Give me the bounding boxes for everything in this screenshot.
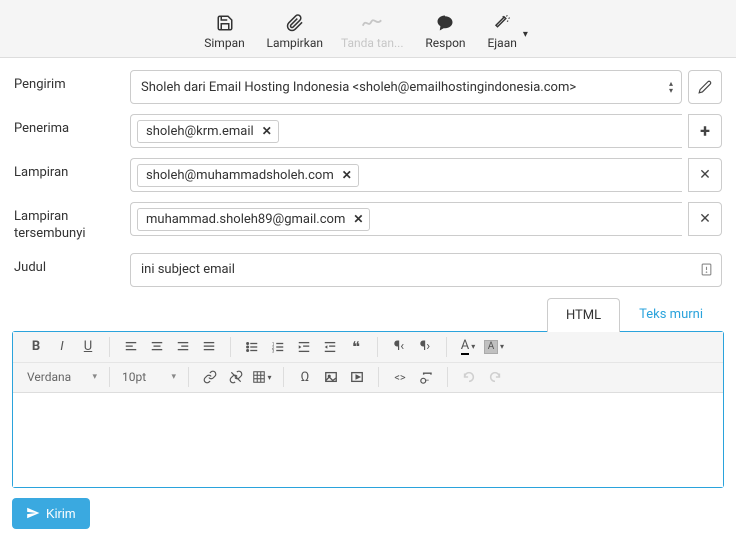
number-list-button[interactable]: 123 [265,335,291,359]
bcc-field[interactable]: muhammad.sholeh89@gmail.com ✕ [130,202,682,236]
remove-chip-icon[interactable]: ✕ [353,212,363,226]
updown-icon: ▴▾ [669,80,673,94]
blockquote-button[interactable]: ❝ [343,335,369,359]
signature-button: Tanda tan... [341,12,404,50]
add-recipient-button[interactable]: + [688,114,722,148]
footer: Kirim [0,488,736,539]
font-family-select[interactable]: Verdana▾ [19,370,105,384]
svg-text:3: 3 [272,349,275,354]
editor-toolbar: B I U 123 ❝ ¶‹ ¶› [13,332,723,393]
outdent-button[interactable] [291,335,317,359]
save-icon [216,12,234,34]
unlink-button[interactable] [223,365,249,389]
bcc-row: Lampiran tersembunyi muhammad.sholeh89@g… [14,202,722,243]
image-button[interactable] [318,365,344,389]
clear-cc-button[interactable]: ✕ [688,158,722,192]
rtl-button[interactable]: ¶› [412,335,438,359]
special-char-button[interactable]: Ω [292,365,318,389]
sender-value: Sholeh dari Email Hosting Indonesia <sho… [141,80,576,95]
main-toolbar: Simpan Lampirkan Tanda tan... Respon Eja… [0,0,736,58]
cc-field[interactable]: sholeh@muhammadsholeh.com ✕ [130,158,682,192]
underline-button[interactable]: U [75,335,101,359]
remove-chip-icon[interactable]: ✕ [262,124,272,138]
rich-editor: B I U 123 ❝ ¶‹ ¶› [12,331,724,488]
comment-icon [436,12,454,34]
align-justify-button[interactable] [196,335,222,359]
subject-row: Judul ini subject email [14,253,722,287]
recipient-chip: sholeh@krm.email ✕ [137,120,279,143]
priority-icon[interactable] [700,263,713,276]
indent-button[interactable] [317,335,343,359]
tab-html[interactable]: HTML [547,298,620,332]
wand-icon [493,12,511,34]
ltr-button[interactable]: ¶‹ [386,335,412,359]
remove-chip-icon[interactable]: ✕ [342,168,352,182]
bold-button[interactable]: B [23,335,49,359]
align-left-button[interactable] [118,335,144,359]
signature-icon [361,12,383,34]
recipient-field[interactable]: sholeh@krm.email ✕ [130,114,682,148]
editor-body[interactable] [13,393,723,487]
tab-plain[interactable]: Teks murni [620,297,722,331]
find-button[interactable] [413,365,439,389]
italic-button[interactable]: I [49,335,75,359]
spell-button[interactable]: Ejaan ▾ [487,12,535,50]
subject-input[interactable]: ini subject email [130,253,722,287]
sender-select[interactable]: Sholeh dari Email Hosting Indonesia <sho… [130,70,682,104]
subject-label: Judul [14,253,130,275]
edit-sender-button[interactable] [688,70,722,104]
recipient-row: Penerima sholeh@krm.email ✕ + [14,114,722,148]
align-right-button[interactable] [170,335,196,359]
cc-label: Lampiran [14,158,130,180]
respond-button[interactable]: Respon [421,12,469,50]
media-button[interactable] [344,365,370,389]
font-size-select[interactable]: 10pt▾ [114,370,184,384]
send-icon [26,506,40,520]
cc-row: Lampiran sholeh@muhammadsholeh.com ✕ ✕ [14,158,722,192]
bullet-list-button[interactable] [239,335,265,359]
table-button[interactable]: ▾ [249,365,275,389]
bg-color-button[interactable]: A▾ [481,335,507,359]
sender-row: Pengirim Sholeh dari Email Hosting Indon… [14,70,722,104]
attach-button[interactable]: Lampirkan [267,12,323,50]
editor-tabs: HTML Teks murni [0,297,736,331]
paperclip-icon [286,12,304,34]
compose-form: Pengirim Sholeh dari Email Hosting Indon… [0,58,736,287]
bcc-label: Lampiran tersembunyi [14,202,130,243]
cc-chip: sholeh@muhammadsholeh.com ✕ [137,164,359,187]
text-color-button[interactable]: A▾ [455,335,481,359]
link-button[interactable] [197,365,223,389]
send-button[interactable]: Kirim [12,498,90,529]
code-button[interactable]: <> [387,365,413,389]
clear-bcc-button[interactable]: ✕ [688,202,722,236]
sender-label: Pengirim [14,70,130,92]
chevron-down-icon[interactable]: ▾ [523,29,528,40]
redo-button[interactable] [482,365,508,389]
recipient-label: Penerima [14,114,130,136]
save-button[interactable]: Simpan [201,12,249,50]
bcc-chip: muhammad.sholeh89@gmail.com ✕ [137,208,370,231]
undo-button[interactable] [456,365,482,389]
align-center-button[interactable] [144,335,170,359]
